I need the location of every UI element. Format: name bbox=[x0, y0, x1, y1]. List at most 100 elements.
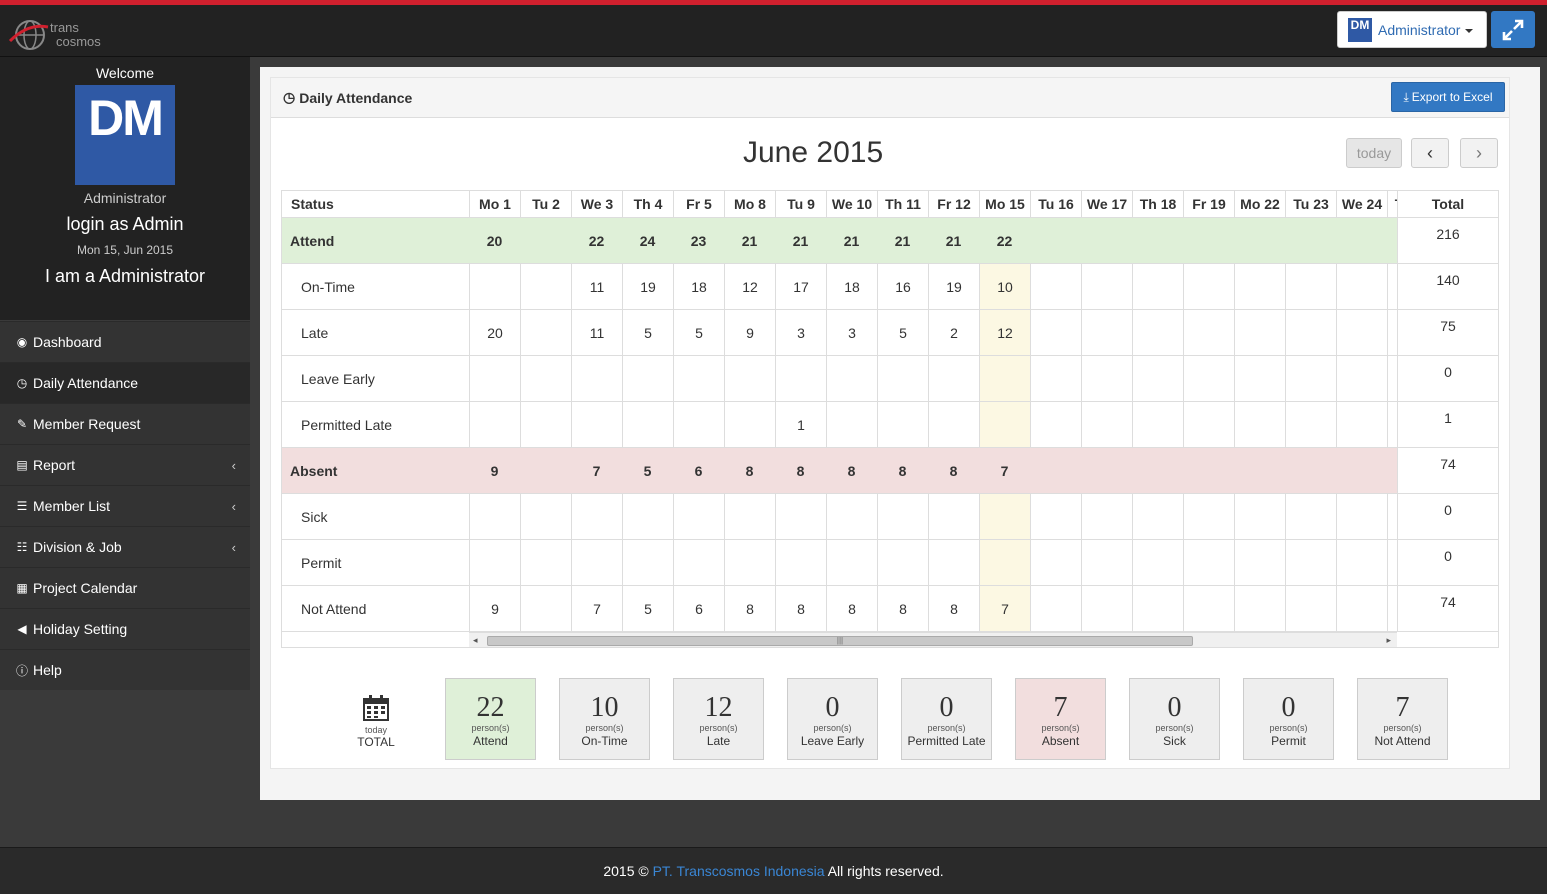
day-cell[interactable] bbox=[826, 356, 877, 401]
summary-box-on-time[interactable]: 10 person(s) On-Time bbox=[559, 678, 650, 760]
day-cell[interactable] bbox=[1285, 494, 1336, 539]
day-cell[interactable] bbox=[673, 540, 724, 585]
horizontal-scrollbar[interactable]: ◂ ||| ▸ bbox=[469, 632, 1397, 647]
day-cell[interactable] bbox=[877, 540, 928, 585]
day-header[interactable]: Tu 16 bbox=[1030, 191, 1081, 217]
day-header[interactable]: We 17 bbox=[1081, 191, 1132, 217]
day-cell[interactable] bbox=[775, 356, 826, 401]
day-cell[interactable] bbox=[928, 540, 979, 585]
day-cell[interactable] bbox=[673, 402, 724, 447]
summary-box-permitted-late[interactable]: 0 person(s) Permitted Late bbox=[901, 678, 992, 760]
day-cell[interactable] bbox=[1183, 402, 1234, 447]
day-cell[interactable] bbox=[1285, 540, 1336, 585]
day-header[interactable]: Th 4 bbox=[622, 191, 673, 217]
day-cell[interactable]: 7 bbox=[571, 586, 622, 631]
day-header[interactable]: Th 11 bbox=[877, 191, 928, 217]
day-cell[interactable]: 8 bbox=[928, 586, 979, 631]
day-cell[interactable] bbox=[1081, 402, 1132, 447]
day-cell[interactable] bbox=[1387, 310, 1397, 355]
day-cell[interactable] bbox=[877, 402, 928, 447]
day-cell[interactable] bbox=[724, 494, 775, 539]
day-cell[interactable] bbox=[1336, 218, 1387, 263]
day-cell[interactable]: 24 bbox=[622, 218, 673, 263]
day-cell[interactable] bbox=[520, 218, 571, 263]
day-cell[interactable] bbox=[724, 540, 775, 585]
day-cell[interactable] bbox=[622, 356, 673, 401]
day-cell[interactable] bbox=[1030, 218, 1081, 263]
day-cell[interactable] bbox=[520, 310, 571, 355]
day-cell[interactable]: 18 bbox=[673, 264, 724, 309]
day-cell[interactable] bbox=[1081, 540, 1132, 585]
day-cell[interactable] bbox=[1234, 310, 1285, 355]
day-cell[interactable] bbox=[826, 402, 877, 447]
sidebar-item-member-list[interactable]: ☰ Member List ‹ bbox=[0, 485, 250, 526]
day-cell[interactable] bbox=[520, 586, 571, 631]
day-cell[interactable] bbox=[1183, 494, 1234, 539]
day-cell[interactable] bbox=[1030, 356, 1081, 401]
day-cell[interactable]: 5 bbox=[622, 586, 673, 631]
day-cell[interactable]: 21 bbox=[775, 218, 826, 263]
day-cell[interactable]: 5 bbox=[622, 448, 673, 493]
day-header[interactable]: Fr 19 bbox=[1183, 191, 1234, 217]
sidebar-item-report[interactable]: ▤ Report ‹ bbox=[0, 444, 250, 485]
day-cell[interactable]: 8 bbox=[775, 586, 826, 631]
day-cell[interactable] bbox=[1132, 448, 1183, 493]
day-cell[interactable] bbox=[1234, 402, 1285, 447]
day-cell[interactable] bbox=[1030, 494, 1081, 539]
day-cell[interactable] bbox=[1081, 218, 1132, 263]
day-cell[interactable] bbox=[520, 264, 571, 309]
day-cell[interactable] bbox=[928, 494, 979, 539]
day-cell[interactable] bbox=[1387, 264, 1397, 309]
day-cell[interactable] bbox=[826, 540, 877, 585]
sidebar-item-project-calendar[interactable]: ▦ Project Calendar bbox=[0, 567, 250, 608]
day-cell[interactable] bbox=[1183, 540, 1234, 585]
day-cell[interactable] bbox=[1132, 356, 1183, 401]
day-cell[interactable]: 9 bbox=[724, 310, 775, 355]
day-cell[interactable] bbox=[1285, 310, 1336, 355]
day-cell[interactable] bbox=[928, 402, 979, 447]
day-cell[interactable] bbox=[1132, 218, 1183, 263]
day-cell[interactable] bbox=[571, 494, 622, 539]
day-cell[interactable]: 5 bbox=[622, 310, 673, 355]
day-cell[interactable] bbox=[673, 356, 724, 401]
day-cell[interactable] bbox=[520, 540, 571, 585]
day-cell[interactable] bbox=[1234, 356, 1285, 401]
day-cell[interactable] bbox=[1387, 540, 1397, 585]
day-header[interactable]: We 3 bbox=[571, 191, 622, 217]
day-cell[interactable]: 22 bbox=[979, 218, 1030, 263]
day-cell[interactable] bbox=[1234, 494, 1285, 539]
day-cell[interactable] bbox=[1336, 402, 1387, 447]
day-cell[interactable] bbox=[469, 494, 520, 539]
day-header[interactable]: Mo 8 bbox=[724, 191, 775, 217]
day-header[interactable]: We 10 bbox=[826, 191, 877, 217]
day-cell[interactable] bbox=[1183, 356, 1234, 401]
day-header[interactable]: Mo 22 bbox=[1234, 191, 1285, 217]
previous-button[interactable]: ‹ bbox=[1411, 138, 1449, 168]
day-cell[interactable] bbox=[1030, 402, 1081, 447]
day-cell[interactable] bbox=[469, 356, 520, 401]
day-cell[interactable]: 19 bbox=[622, 264, 673, 309]
sidebar-item-daily-attendance[interactable]: ◷ Daily Attendance bbox=[0, 362, 250, 403]
fullscreen-button[interactable] bbox=[1491, 11, 1535, 48]
day-cell[interactable] bbox=[1285, 218, 1336, 263]
scroll-left-arrow-icon[interactable]: ◂ bbox=[473, 635, 478, 646]
day-cell[interactable] bbox=[1132, 540, 1183, 585]
day-cell[interactable]: 21 bbox=[928, 218, 979, 263]
company-logo[interactable]: trans cosmos bbox=[8, 15, 118, 55]
day-cell[interactable]: 2 bbox=[928, 310, 979, 355]
day-cell[interactable]: 8 bbox=[724, 448, 775, 493]
day-cell[interactable] bbox=[1030, 448, 1081, 493]
day-header[interactable]: We 24 bbox=[1336, 191, 1387, 217]
day-cell[interactable]: 22 bbox=[571, 218, 622, 263]
day-cell[interactable]: 8 bbox=[877, 586, 928, 631]
day-cell[interactable] bbox=[1285, 402, 1336, 447]
day-cell[interactable] bbox=[469, 540, 520, 585]
day-cell[interactable]: 17 bbox=[775, 264, 826, 309]
day-cell[interactable] bbox=[1081, 310, 1132, 355]
day-cell[interactable]: 5 bbox=[673, 310, 724, 355]
day-cell[interactable] bbox=[1081, 494, 1132, 539]
day-cell[interactable] bbox=[1336, 586, 1387, 631]
day-cell[interactable] bbox=[1132, 586, 1183, 631]
day-cell[interactable] bbox=[1285, 448, 1336, 493]
day-cell[interactable] bbox=[979, 540, 1030, 585]
